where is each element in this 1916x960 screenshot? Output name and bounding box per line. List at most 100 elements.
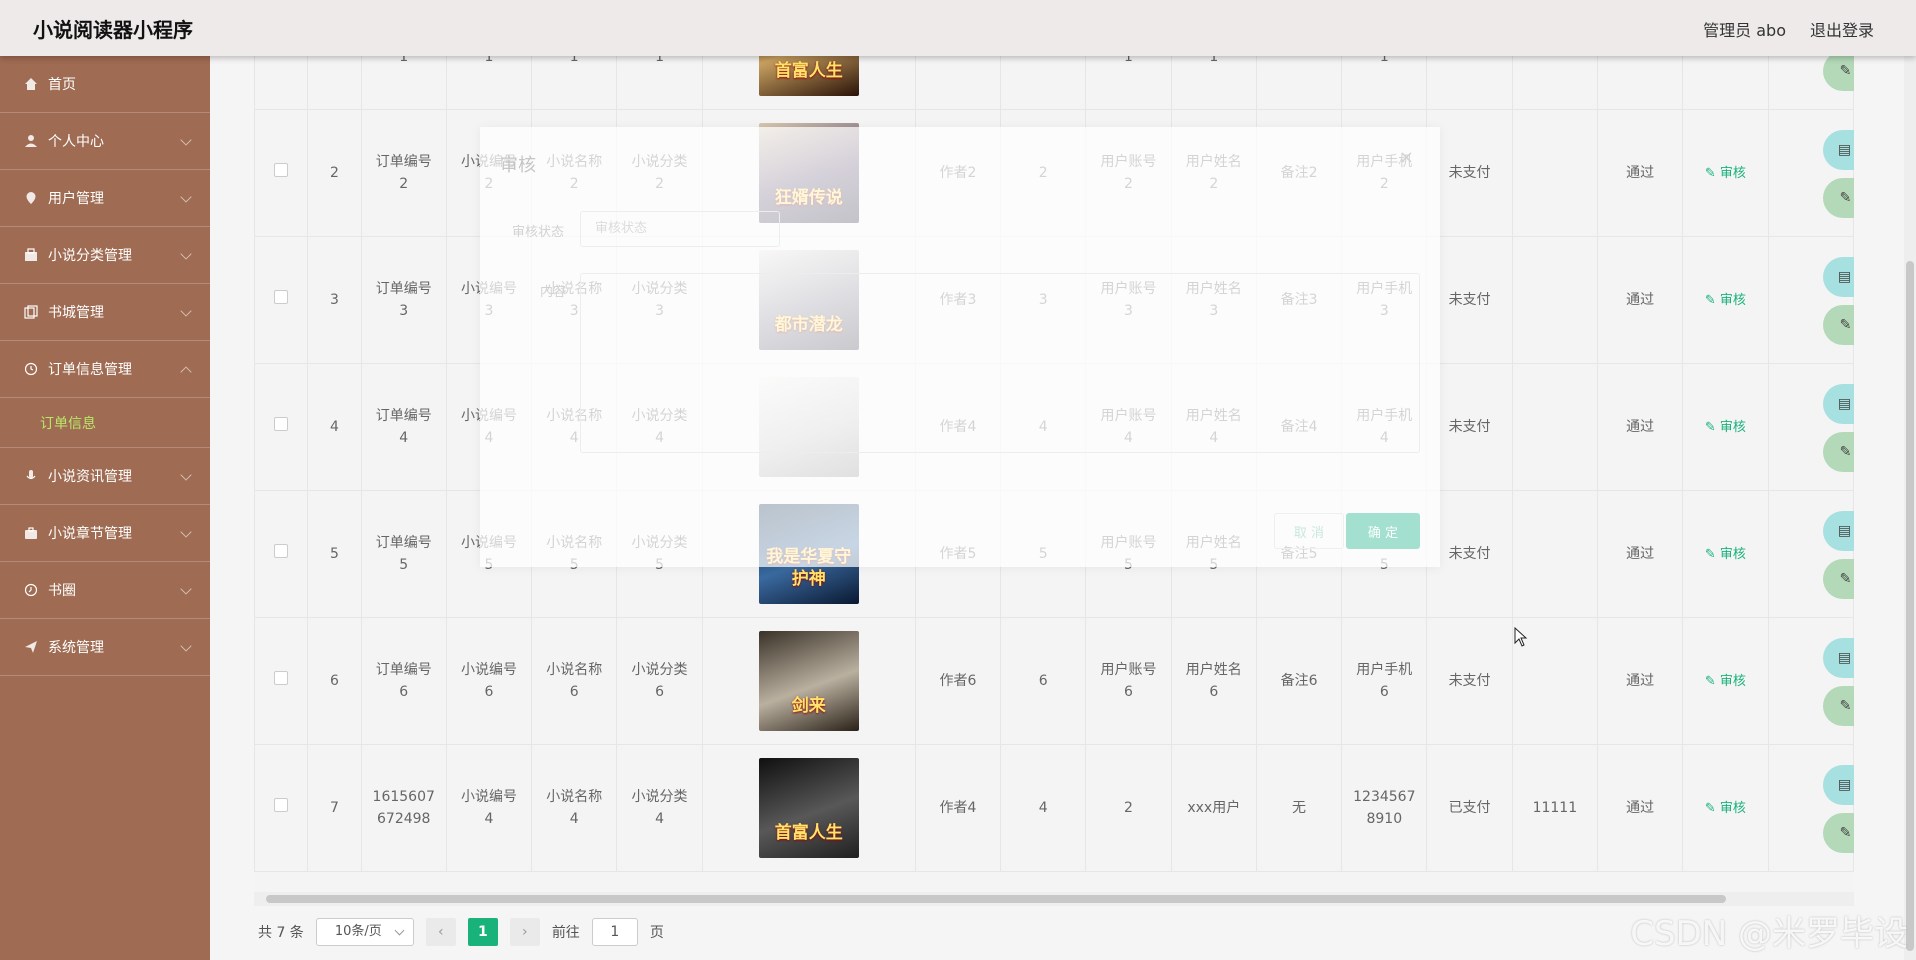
cover-cell: 首富人生 [701,744,916,872]
audit-dialog: 审核 × 审核状态 审核状态 内容 取 消 确 定 [480,127,1440,567]
order-no-cell: 订单编号 5 [360,490,447,618]
sidebar-item-order-management[interactable]: 订单信息管理 [0,341,210,398]
close-icon[interactable]: × [1399,147,1414,168]
sidebar-item-label: 系统管理 [48,640,104,656]
audit-link[interactable]: ✎ 审核 [1705,293,1746,308]
cover-cell: 首富人生 [701,56,916,110]
audit-link[interactable]: ✎ 审核 [1705,166,1746,181]
audit-link[interactable]: ✎ 审核 [1705,547,1746,562]
audit-label: 审核 [1719,419,1746,435]
novel-name-cell: 小说名称 6 [531,617,618,745]
sidebar-item-personal-center[interactable]: 个人中心 [0,113,210,170]
row-checkbox[interactable] [274,290,289,304]
edit-button[interactable]: ✎修改 [1822,432,1854,472]
edit-pen-icon: ✎ [1839,825,1852,841]
cover-cell: 剑来 [701,617,916,745]
submenu-item-order-info[interactable]: 订单信息 [0,398,210,448]
goto-label: 前往 [551,925,580,941]
page-size-select[interactable]: 10条/页 [315,918,414,946]
edit-button[interactable]: ✎修改 [1822,686,1854,726]
audit-link[interactable]: ✎ 审核 [1705,674,1746,689]
status-cell: 通过 [1596,617,1684,745]
index-cell: 3 [307,236,362,364]
audit-status-select[interactable]: 审核状态 [580,211,780,247]
sidebar-item-news-management[interactable]: 小说资讯管理 [0,448,210,505]
extra-cell [1511,490,1598,618]
sidebar-item-book-circle[interactable]: 书圈 [0,562,210,619]
edit-button[interactable]: ✎修改 [1822,178,1854,218]
edit-button[interactable]: ✎修改 [1822,559,1854,599]
cancel-button[interactable]: 取 消 [1274,513,1344,549]
sidebar-item-label: 小说资讯管理 [48,469,132,485]
edit-pen-icon: ✎ [1704,419,1716,435]
extra-cell [1511,363,1598,491]
edit-pen-icon: ✎ [1704,673,1716,689]
detail-button[interactable]: ▤详情 [1822,257,1854,297]
sidebar-item-bookstore-management[interactable]: 书城管理 [0,284,210,341]
page-number-1[interactable]: 1 [467,918,498,946]
detail-button[interactable]: ▤详情 [1822,765,1854,805]
sidebar-item-home[interactable]: 首页 [0,56,210,113]
document-icon: ▤ [1837,523,1852,539]
logout-link[interactable]: 退出登录 [1810,17,1874,41]
extra-cell [1511,109,1598,237]
sidebar-item-label: 订单信息管理 [48,362,132,378]
audit-label: 审核 [1719,546,1746,562]
chevron-left-icon: ‹ [438,924,444,940]
row-checkbox[interactable] [274,163,289,177]
row-checkbox[interactable] [274,671,289,685]
vertical-scrollbar[interactable] [1904,56,1916,960]
status-cell: 通过 [1596,236,1684,364]
row-checkbox-cell [254,744,309,872]
actions-cell: ▤详情▤推✎修改🗑 [1767,236,1854,364]
horizontal-scrollbar[interactable] [254,892,1854,906]
row-checkbox[interactable] [274,544,289,558]
pay-cell: 已支付 [1426,744,1513,872]
edit-pen-icon: ✎ [1839,698,1852,714]
sidebar-item-system-management[interactable]: 系统管理 [0,619,210,676]
audit-cell: ✎ 审核 [1682,490,1769,618]
next-page-button[interactable]: › [509,918,540,946]
mouse-cursor-icon [1514,626,1528,651]
detail-button[interactable]: ▤详情 [1822,384,1854,424]
edit-button[interactable]: ✎修改 [1822,813,1854,853]
n-cell: 1 [1000,56,1087,110]
detail-button[interactable]: ▤详情 [1822,130,1854,170]
chevron-down-icon [180,134,192,146]
category-cell: 小说分类 6 [616,617,703,745]
pay-cell: 未支付 [1426,56,1513,110]
audit-link[interactable]: ✎ 审核 [1705,801,1746,816]
prev-page-button[interactable]: ‹ [425,918,456,946]
location-icon [24,191,38,205]
goto-page-input[interactable]: 1 [591,918,638,946]
index-cell: 4 [307,363,362,491]
audit-link[interactable]: ✎ 审核 [1705,420,1746,435]
content-label: 内容 [540,285,567,300]
dialog-title: 审核 [500,155,536,176]
sidebar-item-user-management[interactable]: 用户管理 [0,170,210,227]
detail-button[interactable]: ▤详情 [1822,511,1854,551]
novel-no-cell: 小说编号 6 [445,617,533,745]
actions-cell: ▤详情▤推✎修改🗑 [1767,617,1854,745]
vertical-scrollbar-thumb[interactable] [1906,261,1914,951]
edit-pen-icon: ✎ [1704,165,1716,181]
phone-cell: 用户手机 1 [1341,56,1428,110]
history-icon [24,583,38,597]
status-cell: 通过 [1596,490,1684,618]
cover-title: 首富人生 [774,823,843,843]
sidebar-item-chapter-management[interactable]: 小说章节管理 [0,505,210,562]
confirm-button[interactable]: 确 定 [1346,513,1420,549]
row-checkbox[interactable] [274,417,289,431]
edit-button[interactable]: ✎修改 [1822,305,1854,345]
row-checkbox[interactable] [274,798,289,812]
detail-button[interactable]: ▤详情 [1822,638,1854,678]
row-checkbox-cell [254,56,309,110]
audit-status-label: 审核状态 [512,225,565,240]
app-title: 小说阅读器小程序 [33,18,193,42]
sidebar-item-category-management[interactable]: 小说分类管理 [0,227,210,284]
content-textarea[interactable] [580,273,1420,453]
edit-button[interactable]: ✎修改 [1822,56,1854,91]
chevron-up-icon [180,366,192,378]
horizontal-scrollbar-thumb[interactable] [266,895,1726,903]
status-cell: 通过 [1596,56,1684,110]
